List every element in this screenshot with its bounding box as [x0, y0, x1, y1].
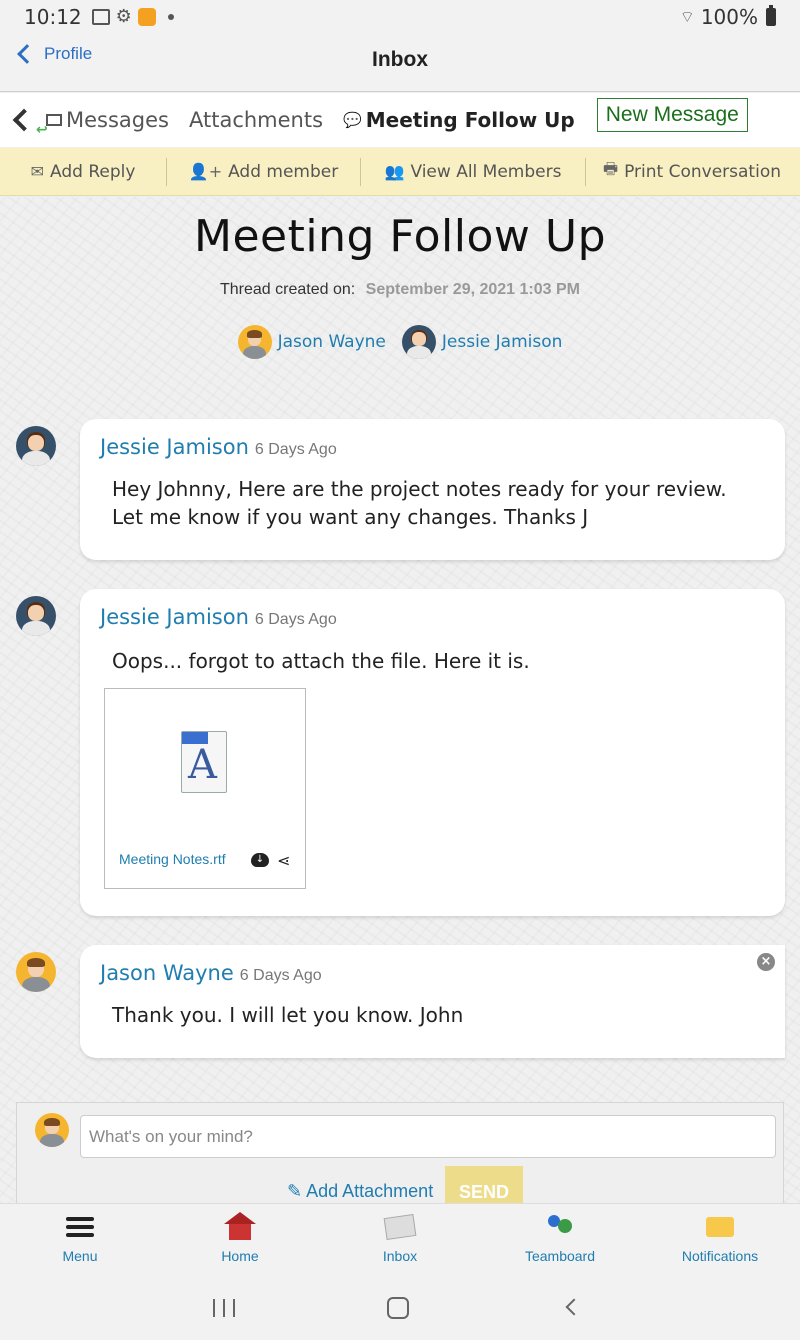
battery-icon: [766, 5, 776, 26]
add-reply-button[interactable]: ✉ Add Reply: [0, 157, 166, 187]
participant-jessie-jamison[interactable]: Jessie Jamison: [401, 325, 563, 359]
system-nav-bar: [0, 1273, 800, 1340]
nav-label: Notifications: [681, 1248, 759, 1264]
message-author[interactable]: Jessie Jamison: [100, 605, 249, 629]
avatar: [16, 426, 56, 466]
message-text: Oops... forgot to attach the file. Here …: [112, 649, 530, 673]
tab-attachments-label: Attachments: [188, 108, 324, 132]
home-icon: [224, 1212, 256, 1240]
message-text: Hey Johnny, Here are the project notes r…: [112, 477, 727, 529]
tab-meeting-follow-up[interactable]: 💬 Meeting Follow Up: [343, 108, 575, 132]
created-label: Thread created on:: [220, 281, 356, 298]
tab-back-button[interactable]: ↩: [6, 100, 48, 140]
user-plus-icon: 👤+: [188, 162, 223, 181]
nav-inbox[interactable]: Inbox: [320, 1204, 480, 1273]
send-button[interactable]: SEND: [445, 1166, 523, 1203]
nav-label: Home: [221, 1248, 259, 1264]
tab-messages-label: Messages: [66, 108, 169, 132]
printer-icon: 🖶: [602, 159, 619, 178]
nav-notifications[interactable]: Notifications: [640, 1204, 800, 1273]
settings-icon: ⚙: [115, 6, 132, 27]
envelope-icon: ✉: [30, 162, 44, 181]
tab-messages[interactable]: Messages: [46, 108, 169, 132]
team-icon: [546, 1215, 574, 1239]
participant-jason-wayne[interactable]: Jason Wayne: [237, 325, 386, 359]
nav-home[interactable]: Home: [160, 1204, 320, 1273]
message-text: Thank you. I will let you know. John: [112, 1003, 464, 1027]
nav-label: Inbox: [382, 1248, 418, 1264]
attachment-card[interactable]: A Meeting Notes.rtf ↓ ⋖: [104, 688, 306, 889]
view-members-label: View All Members: [410, 161, 562, 182]
view-all-members-button[interactable]: 👥 View All Members: [361, 157, 585, 187]
message-author[interactable]: Jason Wayne: [100, 961, 234, 985]
nav-teamboard[interactable]: Teamboard: [480, 1204, 640, 1273]
message-time: 6 Days Ago: [254, 611, 337, 628]
delete-message-icon[interactable]: ×: [757, 953, 775, 971]
nav-menu[interactable]: Menu: [0, 1204, 160, 1273]
created-value: September 29, 2021 1:03 PM: [365, 281, 580, 298]
battery-percent: 100%: [700, 5, 758, 29]
nav-label: Teamboard: [524, 1248, 596, 1264]
message-card: Jason Wayne 6 Days Ago Thank you. I will…: [80, 945, 785, 1058]
print-label: Print Conversation: [624, 161, 781, 182]
wifi-icon: ⌔: [679, 7, 695, 26]
bottom-nav: Menu Home Inbox Teamboard Notifications: [0, 1203, 800, 1273]
avatar: [401, 325, 436, 359]
avatar: [16, 952, 56, 992]
message-time: 6 Days Ago: [239, 967, 322, 984]
page-title: Inbox: [372, 48, 428, 71]
chevron-left-icon: [12, 108, 36, 132]
tab-active-label: Meeting Follow Up: [365, 108, 575, 132]
compose-box: ✎ Add Attachment SEND: [16, 1102, 784, 1203]
users-icon: 👥: [384, 162, 405, 181]
status-bar: 10:12 ⚙ ⌔ 100%: [0, 0, 800, 34]
attachment-filename[interactable]: Meeting Notes.rtf: [119, 851, 226, 867]
system-back-icon[interactable]: [565, 1298, 583, 1316]
thread-title: Meeting Follow Up: [193, 211, 607, 262]
gallery-icon: [91, 9, 110, 25]
print-conversation-button[interactable]: 🖶 Print Conversation: [586, 157, 798, 187]
hamburger-icon: [66, 1213, 94, 1241]
notification-bubble-icon: [706, 1217, 734, 1237]
participant-name: Jessie Jamison: [441, 332, 563, 352]
paperclip-icon: ✎: [287, 1181, 303, 1201]
status-time: 10:12: [24, 5, 82, 29]
message-card: Jessie Jamison 6 Days Ago Hey Johnny, He…: [80, 419, 785, 560]
new-message-button[interactable]: New Message: [596, 98, 748, 132]
add-reply-label: Add Reply: [50, 161, 136, 182]
nav-label: Menu: [62, 1248, 98, 1264]
avatar: [35, 1113, 69, 1147]
envelope-icon: [46, 114, 62, 126]
download-cloud-icon[interactable]: ↓: [251, 853, 269, 867]
action-bar: ✉ Add Reply 👤+ Add member 👥 View All Mem…: [0, 148, 800, 196]
add-attachment-button[interactable]: ✎ Add Attachment: [287, 1181, 433, 1202]
message-time: 6 Days Ago: [254, 441, 337, 458]
share-icon[interactable]: ⋖: [277, 851, 290, 870]
participant-name: Jason Wayne: [277, 332, 386, 352]
message-input[interactable]: [80, 1115, 776, 1158]
system-home-icon[interactable]: [387, 1297, 409, 1319]
app-notification-icon: [137, 8, 156, 26]
more-notifications-icon: [167, 14, 174, 20]
add-attachment-label: Add Attachment: [306, 1181, 434, 1201]
participants-list: Jason Wayne Jessie Jamison: [0, 325, 800, 359]
thread-created: Thread created on: September 29, 2021 1:…: [0, 281, 800, 299]
chat-bubble-icon: 💬: [343, 111, 362, 129]
add-member-button[interactable]: 👤+ Add member: [167, 157, 360, 187]
recent-apps-icon[interactable]: [213, 1299, 235, 1317]
rtf-file-icon: A: [181, 731, 227, 793]
avatar: [237, 325, 272, 359]
mail-icon: [383, 1214, 417, 1240]
tab-attachments[interactable]: Attachments: [189, 108, 323, 132]
message-author[interactable]: Jessie Jamison: [100, 435, 249, 459]
message-card: Jessie Jamison 6 Days Ago Oops... forgot…: [80, 589, 785, 916]
conversation-area[interactable]: Meeting Follow Up Thread created on: Sep…: [0, 197, 800, 1203]
avatar: [16, 596, 56, 636]
add-member-label: Add member: [228, 161, 339, 182]
app-header: Profile Inbox: [0, 34, 800, 92]
tab-bar: ↩ Messages Attachments 💬 Meeting Follow …: [0, 93, 800, 147]
